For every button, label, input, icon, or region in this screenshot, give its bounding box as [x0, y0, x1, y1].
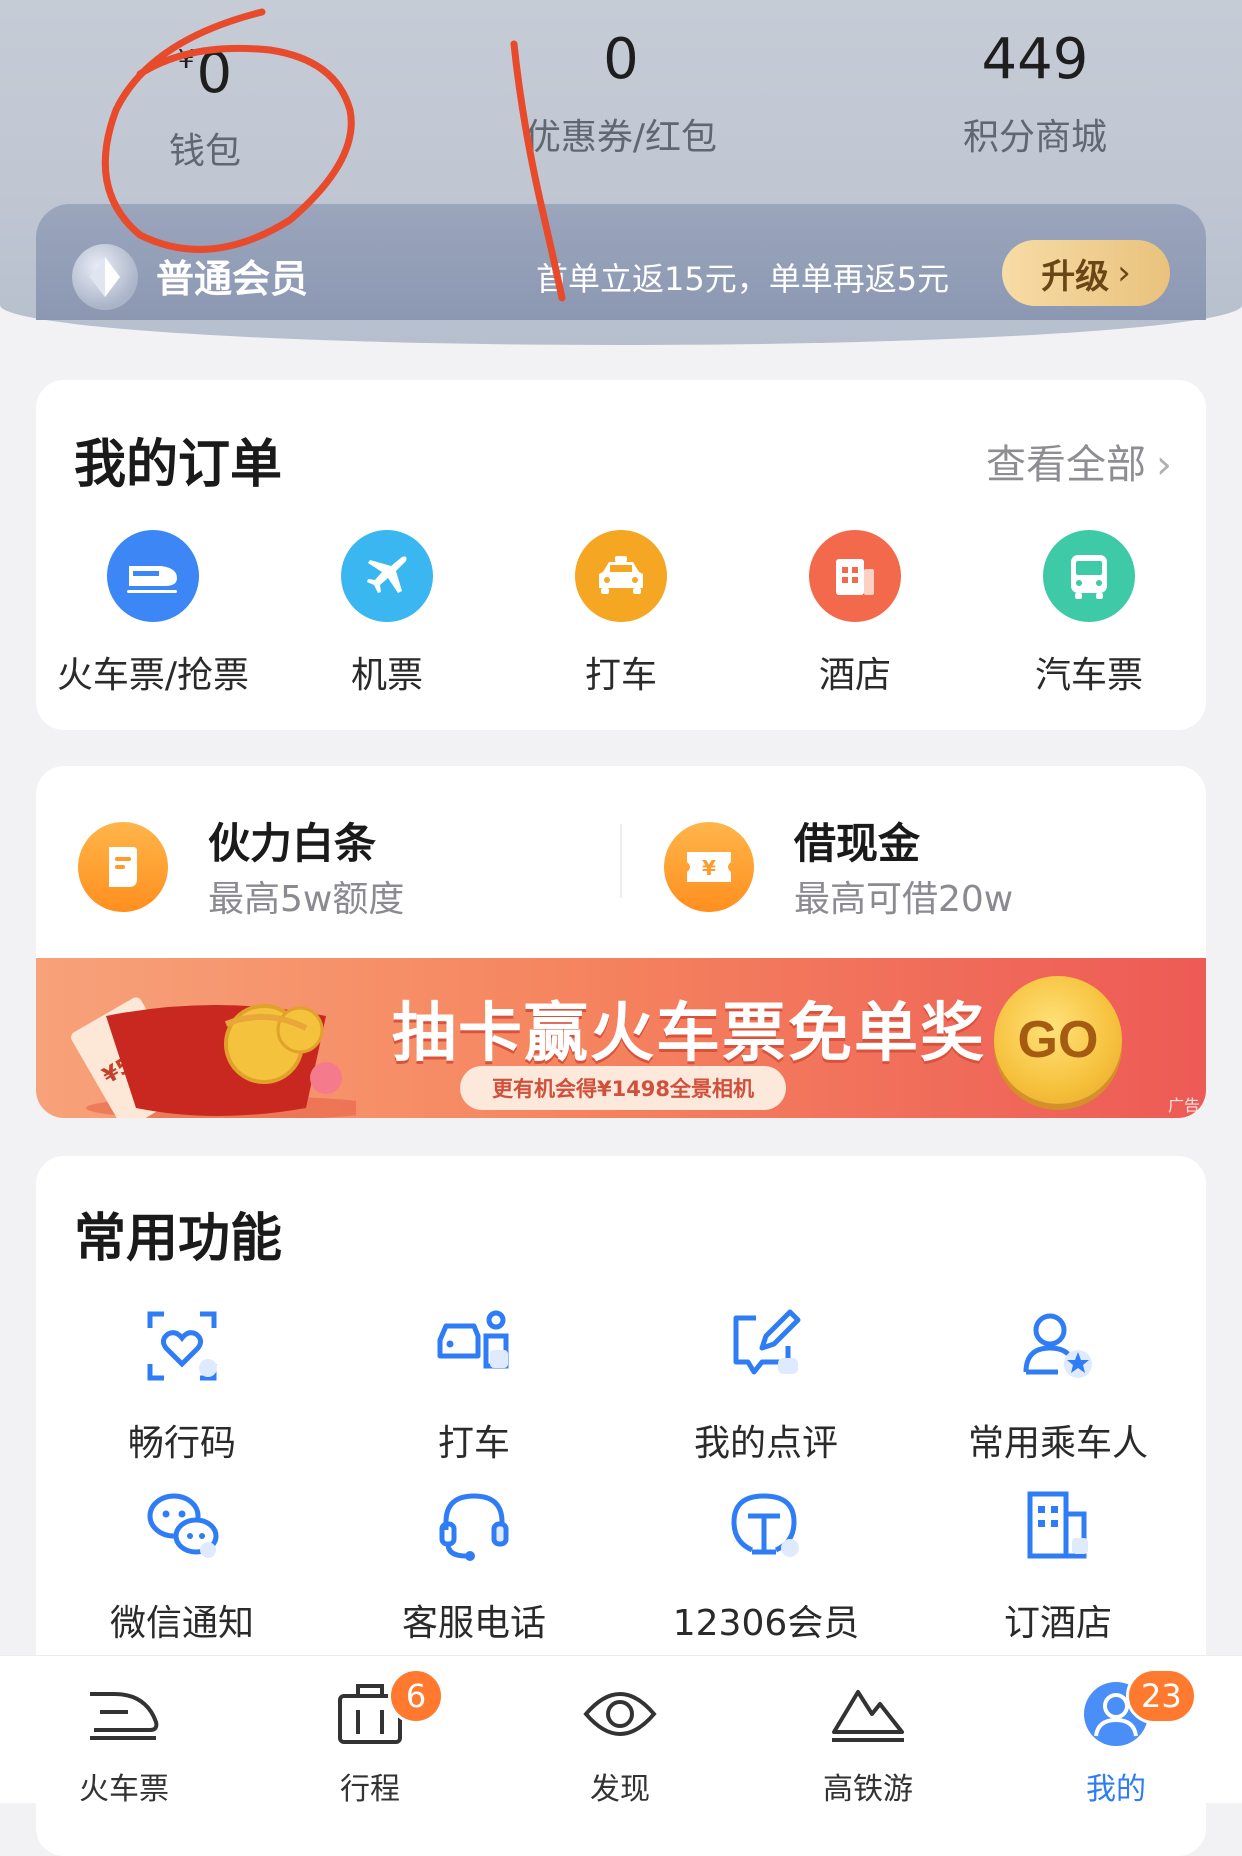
order-bus[interactable]: 汽车票: [972, 530, 1206, 698]
feature-passengers-label: 常用乘车人: [967, 1423, 1148, 1464]
coupons-count: 0: [603, 27, 639, 92]
feature-wechat-notify[interactable]: 微信通知: [36, 1486, 328, 1646]
review-edit-icon: [733, 1309, 801, 1375]
view-all-label: 查看全部: [986, 442, 1146, 488]
feature-customer-service-label: 客服电话: [401, 1603, 546, 1644]
feature-wechat-notify-label: 微信通知: [109, 1603, 254, 1644]
banner-title: 抽卡赢火车票免单奖: [392, 997, 986, 1071]
order-taxi[interactable]: 打车: [504, 530, 738, 698]
chevron-right-icon: ›: [1156, 442, 1172, 488]
bottom-tab-bar: 火车票 6 行程 发现 高铁游 23 我的: [0, 1655, 1242, 1807]
tab-itinerary[interactable]: 6 行程: [280, 1668, 460, 1808]
promo-banner[interactable]: ¥500 抽卡赢火车票免单奖 更有机会得¥1498全景相机 GO 广告: [36, 958, 1206, 1118]
red-envelope-icon: ¥500: [71, 997, 356, 1118]
tab-train-tickets-label: 火车票: [79, 1772, 169, 1807]
feature-12306-member[interactable]: 12306会员: [620, 1486, 912, 1646]
scan-heart-icon: [147, 1311, 217, 1381]
cash-loan-title: 借现金: [794, 819, 921, 868]
bus-icon: [1043, 530, 1135, 622]
wallet-stat[interactable]: ¥0 钱包: [55, 20, 355, 174]
points-stat[interactable]: 449 积分商城: [885, 20, 1185, 160]
member-promo-text: 首单立返15元，单单再返5元: [536, 260, 950, 298]
feature-my-reviews-label: 我的点评: [693, 1423, 838, 1464]
member-level: 普通会员: [156, 257, 309, 301]
banner-go-button[interactable]: GO: [994, 976, 1122, 1104]
headset-icon: [439, 1493, 509, 1561]
credit-entry[interactable]: 伙力白条 最高5w额度: [78, 806, 578, 920]
svg-text:¥: ¥: [702, 856, 716, 880]
credit-title: 伙力白条: [208, 819, 377, 868]
railway-logo-icon: [731, 1493, 799, 1557]
cash-ticket-icon: ¥: [664, 822, 754, 912]
order-taxi-label: 打车: [584, 655, 657, 696]
finance-card: 伙力白条 最高5w额度 ¥ 借现金 最高可借20w ¥500 抽卡赢火车票免单奖…: [36, 766, 1206, 1118]
coupons-label: 优惠券/红包: [524, 117, 718, 158]
mountain-icon: [832, 1690, 904, 1742]
order-flight[interactable]: 机票: [270, 530, 504, 698]
taxi-icon: [575, 530, 667, 622]
taxi-service-icon: [437, 1310, 509, 1369]
train-tab-icon: [90, 1692, 159, 1740]
wallet-balance: ¥0: [177, 41, 233, 106]
feature-taxi[interactable]: 打车: [328, 1306, 620, 1466]
feature-pass-code[interactable]: 畅行码: [36, 1306, 328, 1466]
hotel-icon: [809, 530, 901, 622]
coupons-stat[interactable]: 0 优惠券/红包: [471, 20, 771, 160]
divider: [620, 824, 622, 898]
features-title: 常用功能: [74, 1209, 283, 1269]
tab-discover[interactable]: 发现: [530, 1678, 710, 1808]
feature-pass-code-label: 畅行码: [127, 1423, 236, 1464]
feature-book-hotel-label: 订酒店: [1003, 1603, 1112, 1644]
tab-me[interactable]: 23 我的: [1026, 1668, 1206, 1808]
hotel-building-icon: [1027, 1491, 1088, 1559]
view-all-orders-link[interactable]: 查看全部 ›: [986, 432, 1172, 490]
order-train[interactable]: 火车票/抢票: [36, 530, 270, 698]
banner-subtitle: 更有机会得¥1498全景相机: [460, 1066, 786, 1110]
tab-me-label: 我的: [1086, 1772, 1146, 1807]
upgrade-label: 升级: [1041, 256, 1110, 297]
tab-discover-label: 发现: [590, 1772, 650, 1807]
upgrade-button[interactable]: 升级 ›: [1002, 240, 1170, 306]
cash-loan-entry[interactable]: ¥ 借现金 最高可借20w: [664, 806, 1164, 920]
feature-passengers[interactable]: 常用乘车人: [912, 1306, 1204, 1466]
credit-note-icon: [78, 822, 168, 912]
tab-train-tickets[interactable]: 火车票: [34, 1678, 214, 1808]
discover-icon: [583, 1692, 657, 1736]
plane-icon: [341, 530, 433, 622]
tab-itinerary-label: 行程: [340, 1772, 400, 1807]
orders-title: 我的订单: [74, 435, 283, 495]
points-count: 449: [981, 27, 1089, 92]
feature-customer-service[interactable]: 客服电话: [328, 1486, 620, 1646]
my-orders-card: 我的订单 查看全部 › 火车票/抢票 机票 打车 酒店 汽车票: [36, 380, 1206, 730]
points-label: 积分商城: [962, 117, 1107, 158]
credit-subtitle: 最高5w额度: [208, 879, 405, 920]
profile-badge: 23: [1126, 1668, 1197, 1724]
order-flight-label: 机票: [350, 655, 423, 696]
train-icon: [107, 530, 199, 622]
membership-bar[interactable]: 普通会员 首单立返15元，单单再返5元 升级 ›: [36, 202, 1206, 320]
feature-book-hotel[interactable]: 订酒店: [912, 1486, 1204, 1646]
account-header: ¥0 钱包 0 优惠券/红包 449 积分商城 普通会员 首单立返15元，单单再…: [0, 0, 1242, 345]
passenger-icon: [1023, 1313, 1092, 1378]
cash-loan-subtitle: 最高可借20w: [794, 879, 1014, 920]
tab-rail-travel[interactable]: 高铁游: [778, 1678, 958, 1808]
feature-taxi-label: 打车: [437, 1423, 510, 1464]
chevron-right-icon: ›: [1117, 253, 1131, 293]
feature-12306-member-label: 12306会员: [672, 1603, 860, 1644]
itinerary-badge: 6: [388, 1668, 444, 1724]
ad-tag: 广告: [1167, 1096, 1200, 1115]
order-hotel-label: 酒店: [818, 655, 891, 696]
tab-rail-travel-label: 高铁游: [823, 1772, 913, 1807]
wechat-icon: [147, 1493, 219, 1558]
order-train-label: 火车票/抢票: [56, 655, 250, 696]
diamond-icon: [72, 244, 138, 310]
order-hotel[interactable]: 酒店: [738, 530, 972, 698]
feature-my-reviews[interactable]: 我的点评: [620, 1306, 912, 1466]
order-bus-label: 汽车票: [1034, 655, 1143, 696]
wallet-label: 钱包: [168, 131, 241, 172]
